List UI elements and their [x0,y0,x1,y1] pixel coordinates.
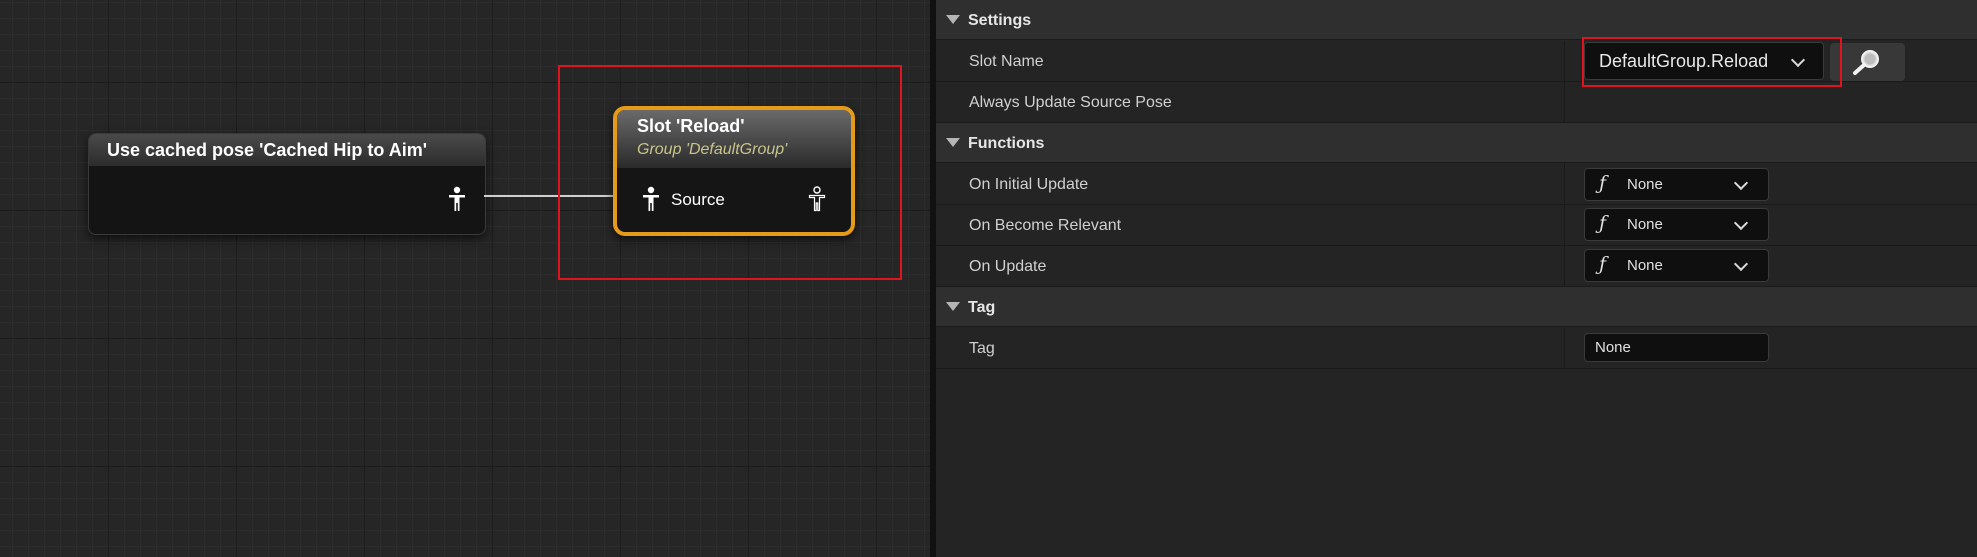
magnifier-icon [1853,50,1879,75]
on-initial-update-value: None [1627,176,1663,193]
on-initial-update-dropdown[interactable]: ƒ None [1584,168,1769,201]
row-on-initial-update: On Initial Update [936,164,1977,205]
column-divider[interactable] [1564,41,1565,81]
on-update-label: On Update [969,258,1047,275]
section-title: Functions [968,135,1045,152]
section-title: Tag [968,299,996,316]
anim-graph-canvas[interactable]: Use cached pose 'Cached Hip to Aim' Slot… [0,0,930,557]
collapse-arrow-icon[interactable] [946,138,960,147]
function-icon: ƒ [1599,212,1607,234]
always-update-label: Always Update Source Pose [969,94,1172,111]
function-icon: ƒ [1599,253,1607,275]
row-always-update: Always Update Source Pose [936,82,1977,199]
section-settings[interactable]: Settings [936,0,1977,40]
slot-node-highlight [558,65,902,280]
column-divider[interactable] [1564,164,1565,204]
on-initial-update-label: On Initial Update [969,176,1089,193]
tag-label: Tag [969,340,995,357]
on-become-relevant-dropdown[interactable]: ƒ None [1584,208,1769,241]
chevron-down-icon [1733,215,1749,231]
column-divider[interactable] [1564,246,1565,286]
function-icon: ƒ [1599,172,1607,194]
chevron-down-icon [1733,256,1749,272]
row-on-become-relevant: On Become Relevant [936,205,1977,246]
collapse-arrow-icon[interactable] [946,302,960,311]
cached-pose-node-title: Use cached pose 'Cached Hip to Aim' [89,134,485,166]
collapse-arrow-icon[interactable] [946,15,960,24]
on-become-relevant-value: None [1627,216,1663,233]
row-on-update: On Update [936,246,1977,287]
cached-pose-node[interactable]: Use cached pose 'Cached Hip to Aim' [88,133,486,235]
section-functions[interactable]: Functions [936,123,1977,163]
column-divider[interactable] [1564,205,1565,245]
on-update-value: None [1627,257,1663,274]
slot-name-label: Slot Name [969,53,1044,70]
on-become-relevant-label: On Become Relevant [969,217,1122,234]
column-divider[interactable] [1564,328,1565,368]
column-divider[interactable] [1564,82,1565,122]
chevron-down-icon [1733,175,1749,191]
tag-value: None [1595,339,1631,356]
slot-name-highlight [1582,37,1842,87]
section-title: Settings [968,12,1032,29]
tag-input[interactable]: None [1584,333,1769,362]
section-tag[interactable]: Tag [936,287,1977,327]
on-update-dropdown[interactable]: ƒ None [1584,249,1769,282]
pose-output-pin-icon[interactable] [447,186,467,212]
row-tag: Tag [936,328,1977,369]
